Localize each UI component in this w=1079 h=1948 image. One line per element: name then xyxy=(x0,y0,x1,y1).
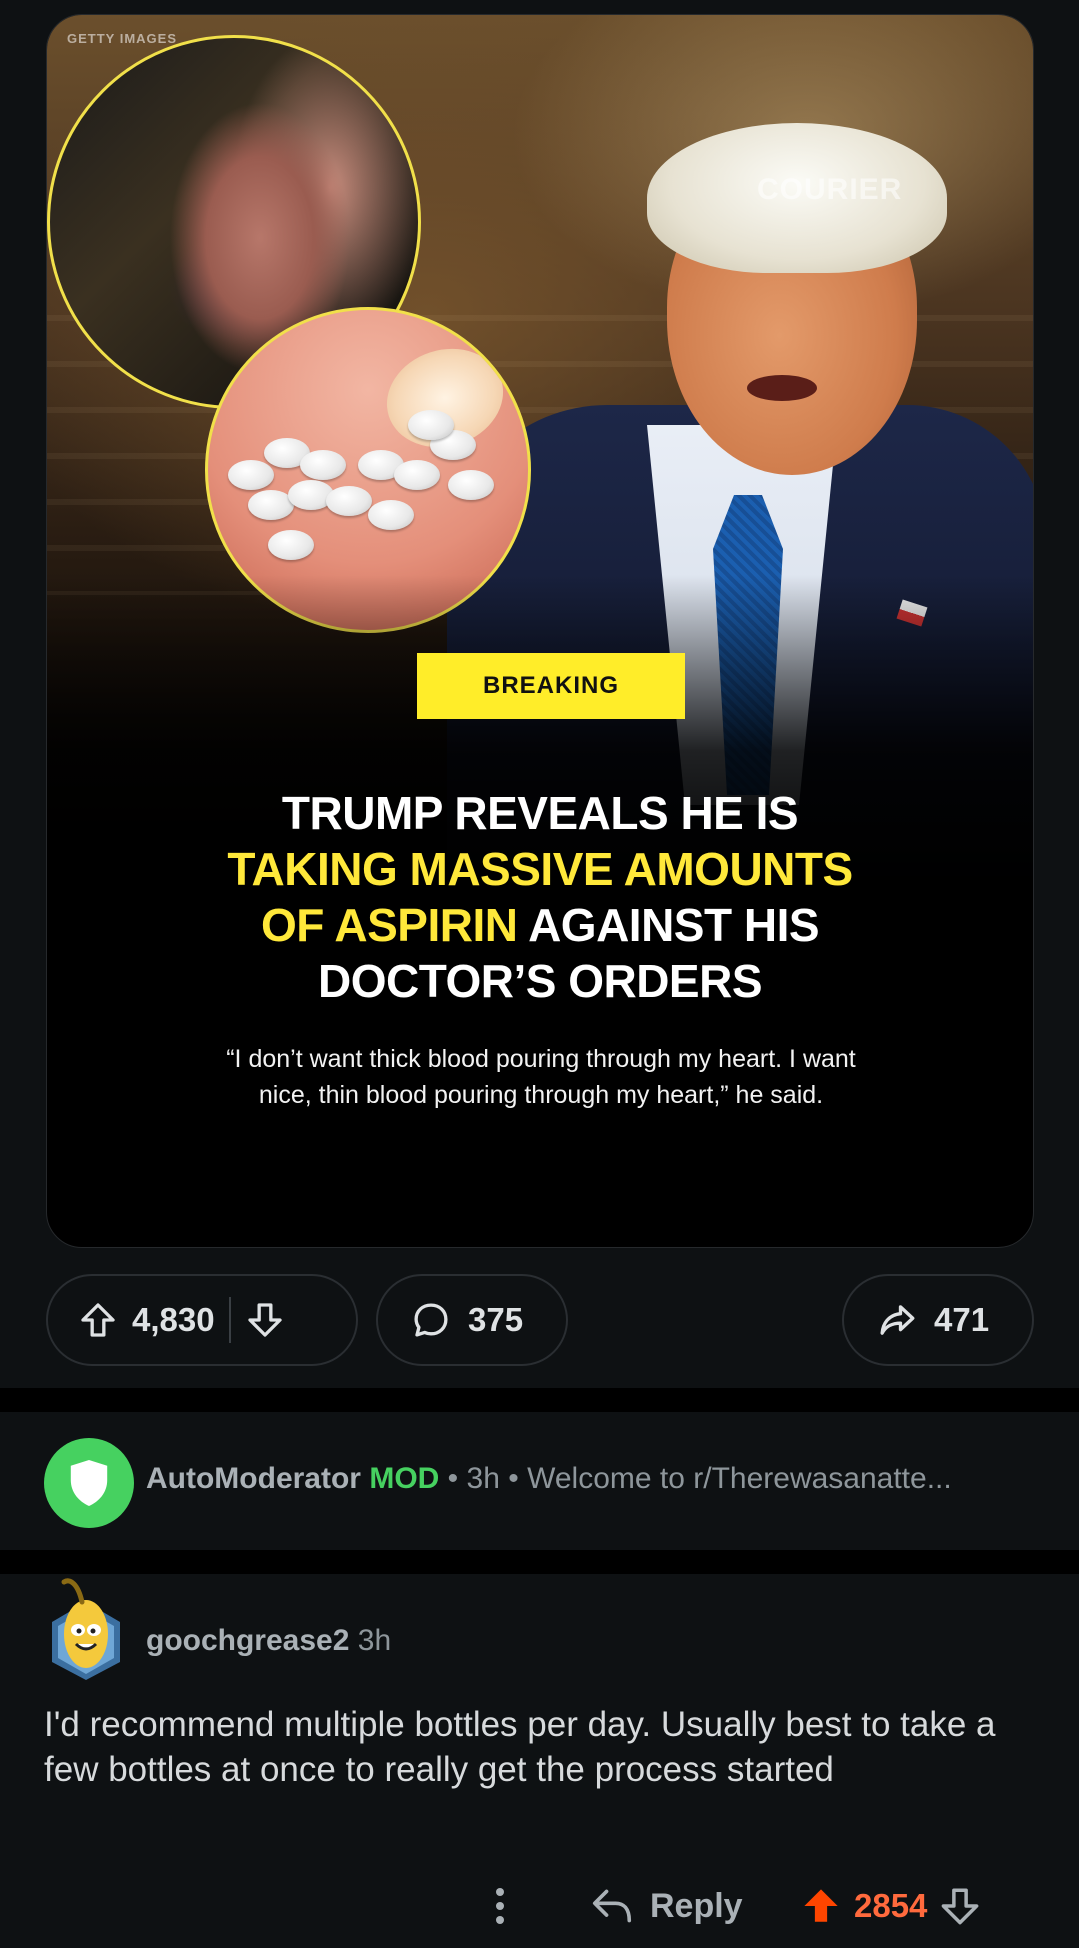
comment-username[interactable]: goochgrease2 xyxy=(146,1624,349,1657)
reply-arrow-icon xyxy=(590,1886,634,1926)
meta-dot: • xyxy=(499,1462,528,1495)
pill xyxy=(228,460,274,490)
breaking-badge: BREAKING xyxy=(417,653,685,719)
headline-line-4: DOCTOR’S ORDERS xyxy=(317,955,763,1007)
comment-time: 3h xyxy=(357,1624,392,1657)
quote: “I don’t want thick blood pouring throug… xyxy=(107,1041,975,1113)
quote-line-2: nice, thin blood pouring through my hear… xyxy=(258,1081,824,1109)
getty-watermark: GETTY IMAGES xyxy=(67,31,177,46)
arrow-down-icon[interactable] xyxy=(245,1300,285,1340)
pill xyxy=(448,470,494,500)
vertical-ellipsis-icon xyxy=(494,1886,506,1926)
headline-line-3-accent: OF ASPIRIN xyxy=(260,899,518,951)
pill xyxy=(268,530,314,560)
headline-line-3: OF ASPIRIN AGAINST HIS xyxy=(47,897,1033,953)
courier-watermark: COURIER xyxy=(757,173,903,206)
mod-tag: MOD xyxy=(369,1462,440,1495)
pill xyxy=(326,486,372,516)
pill xyxy=(394,460,440,490)
more-options-button[interactable] xyxy=(480,1876,520,1936)
upvote-count: 4,830 xyxy=(132,1301,215,1338)
headline-line-3-rest: AGAINST HIS xyxy=(517,899,820,951)
pill xyxy=(368,500,414,530)
speech-bubble-icon xyxy=(410,1299,452,1341)
pill xyxy=(300,450,346,480)
vote-divider xyxy=(228,1297,231,1343)
reply-button[interactable]: Reply xyxy=(590,1876,743,1936)
automod-username[interactable]: AutoModerator xyxy=(146,1462,361,1495)
comment-vote: 2854 xyxy=(800,1876,981,1936)
comment-count: 375 xyxy=(468,1301,524,1338)
comment-score: 2854 xyxy=(854,1887,928,1924)
automod-meta: AutoModerator MOD • 3h • Welcome to r/Th… xyxy=(146,1462,952,1496)
arrow-up-icon[interactable] xyxy=(800,1885,842,1927)
automod-avatar[interactable] xyxy=(44,1438,134,1528)
headline: TRUMP REVEALS HE IS TAKING MASSIVE AMOUN… xyxy=(47,785,1033,1009)
automod-time: 3h xyxy=(466,1462,500,1495)
share-button[interactable]: 471 xyxy=(842,1274,1034,1366)
quote-line-1: “I don’t want thick blood pouring throug… xyxy=(226,1045,856,1073)
comments-button[interactable]: 375 xyxy=(376,1274,568,1366)
automod-comment-collapsed[interactable]: AutoModerator MOD • 3h • Welcome to r/Th… xyxy=(0,1412,1079,1552)
headline-line-1: TRUMP REVEALS HE IS xyxy=(281,787,799,839)
arrow-up-icon[interactable] xyxy=(78,1300,118,1340)
pill xyxy=(408,410,454,440)
comment-body: I'd recommend multiple bottles per day. … xyxy=(44,1705,996,1789)
meta-dot: • xyxy=(447,1462,467,1495)
arrow-down-icon[interactable] xyxy=(939,1885,981,1927)
section-divider xyxy=(0,1388,1079,1412)
user-avatar[interactable] xyxy=(44,1572,128,1682)
vote-bar: 4,830 xyxy=(46,1274,358,1366)
post-image[interactable]: GETTY IMAGES COURIER BREAKING TRUMP REVE… xyxy=(46,14,1034,1248)
automod-preview: Welcome to r/Therewasanatte... xyxy=(527,1462,952,1495)
share-count: 471 xyxy=(934,1301,990,1338)
headline-line-2: TAKING MASSIVE AMOUNTS xyxy=(227,843,853,895)
shield-icon xyxy=(66,1457,112,1509)
comment-meta: goochgrease2 3h xyxy=(146,1624,391,1658)
section-divider xyxy=(0,1550,1079,1574)
man-mouth xyxy=(747,375,817,401)
share-arrow-icon xyxy=(876,1299,918,1341)
reply-label: Reply xyxy=(650,1886,743,1925)
